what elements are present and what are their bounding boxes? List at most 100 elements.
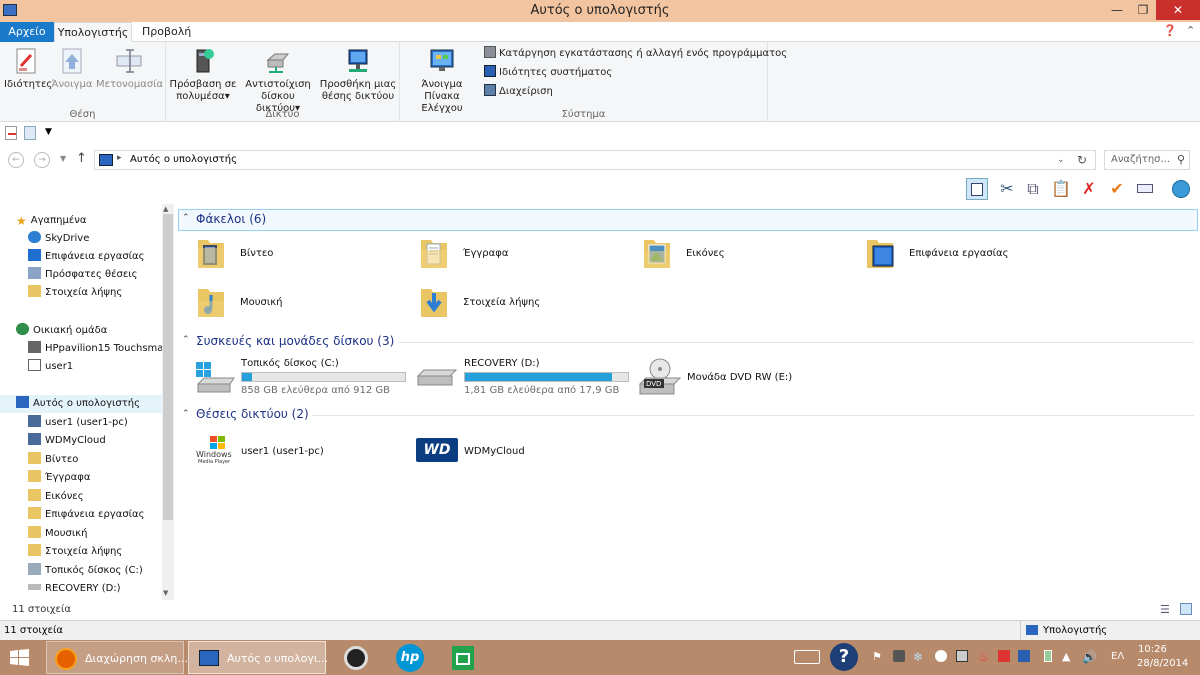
volume-icon[interactable]: 🔊	[1082, 650, 1097, 664]
scroll-down-icon[interactable]: ▼	[163, 589, 168, 597]
taskbar-camera-app[interactable]	[340, 641, 372, 674]
nav-desktop[interactable]: Επιφάνεια εργασίας	[28, 248, 145, 266]
ribbon-collapse-icon[interactable]: ⌃	[1186, 24, 1195, 37]
address-bar[interactable]: ▸ Αυτός ο υπολογιστής ⌄ ↻	[94, 150, 1096, 170]
globe-icon[interactable]	[1170, 178, 1192, 200]
device-icon[interactable]	[893, 650, 905, 662]
folder-downloads[interactable]: Στοιχεία λήψης	[419, 285, 619, 325]
nav-documents[interactable]: Έγγραφα	[28, 469, 90, 487]
network-user1pc[interactable]: Windows Media Player user1 (user1-pc)	[196, 434, 396, 474]
map-drive-button[interactable]: Αντιστοίχιση δίσκου δικτύου▾	[238, 46, 318, 115]
forward-icon[interactable]: →	[34, 152, 50, 168]
help-icon[interactable]: ❓	[1163, 24, 1177, 37]
drive-c[interactable]: Τοπικός δίσκος (C:) 858 GB ελεύθερα από …	[194, 356, 410, 400]
drive-d[interactable]: RECOVERY (D:) 1,81 GB ελεύθερα από 17,9 …	[416, 356, 632, 400]
up-icon[interactable]: ↑	[76, 151, 87, 166]
nav-local-disk[interactable]: Τοπικός δίσκος (C:)	[28, 562, 143, 580]
network-wdmycloud[interactable]: WD WDMyCloud	[416, 434, 616, 474]
rename-button[interactable]: Μετονομασία	[96, 46, 163, 91]
flame-icon[interactable]: ♨	[978, 650, 990, 664]
large-icons-view-icon[interactable]	[1180, 603, 1192, 615]
add-network-location-button[interactable]: Προσθήκη μιας θέσης δικτύου	[318, 46, 398, 103]
new-folder-icon[interactable]	[24, 126, 36, 140]
taskbar-firefox[interactable]: Διαχώρηση σκλη...	[46, 641, 188, 674]
taskbar-store[interactable]	[448, 641, 478, 674]
nav-skydrive[interactable]: SkyDrive	[28, 230, 89, 248]
address-dropdown-icon[interactable]: ⌄	[1057, 155, 1065, 165]
folders-group-header-bg[interactable]	[178, 209, 1198, 231]
tab-file[interactable]: Αρχείο	[0, 22, 54, 42]
minimize-button[interactable]: —	[1104, 0, 1130, 20]
settings-tray-icon[interactable]	[1018, 650, 1030, 662]
app-tray-icon[interactable]	[956, 650, 968, 662]
clock-time[interactable]: 10:26	[1138, 644, 1167, 655]
snowflake-icon[interactable]: ❄	[913, 650, 925, 664]
folder-pictures[interactable]: Εικόνες	[642, 236, 842, 276]
open-control-panel-button[interactable]: Άνοιγμα Πίνακα Ελέγχου	[404, 46, 480, 115]
collapse-chevron-icon[interactable]: ⌃	[182, 335, 190, 345]
rename-field-icon[interactable]	[1134, 178, 1156, 200]
properties-button[interactable]: Ιδιότητες	[4, 46, 52, 91]
security-icon[interactable]	[998, 650, 1010, 662]
maximize-button[interactable]: ❐	[1130, 0, 1156, 20]
nav-hp-device[interactable]: HPpavilion15 Touchsmar	[28, 340, 168, 358]
flag-icon[interactable]: ⚑	[872, 650, 884, 663]
folder-desktop[interactable]: Επιφάνεια εργασίας	[865, 236, 1085, 276]
collapse-chevron-icon[interactable]: ⌃	[182, 213, 190, 223]
taskbar-explorer[interactable]: Αυτός ο υπολογι...	[188, 641, 328, 674]
collapse-chevron-icon[interactable]: ⌃	[182, 409, 190, 419]
nav-this-pc[interactable]: Αυτός ο υπολογιστής	[0, 395, 162, 413]
clock-date[interactable]: 28/8/2014	[1137, 658, 1188, 669]
nav-desktop2[interactable]: Επιφάνεια εργασίας	[28, 506, 145, 524]
nav-videos[interactable]: Βίντεο	[28, 451, 78, 469]
group-header-drives[interactable]: Συσκευές και μονάδες δίσκου (3)	[196, 332, 394, 350]
taskbar-hp[interactable]: hp	[392, 641, 428, 674]
refresh-icon[interactable]: ↻	[1077, 153, 1087, 167]
group-header-folders[interactable]: Φάκελοι (6)	[196, 210, 266, 228]
preview-pane-icon[interactable]	[966, 178, 988, 200]
language-indicator[interactable]: ΕΛ	[1111, 651, 1124, 662]
customize-toolbar-icon[interactable]: ▼	[45, 127, 52, 137]
paste-icon[interactable]: 📋	[1050, 178, 1072, 200]
folder-videos[interactable]: Βίντεο	[196, 236, 396, 276]
panda-icon[interactable]	[935, 650, 947, 662]
nav-pictures[interactable]: Εικόνες	[28, 488, 84, 506]
start-button[interactable]	[0, 641, 44, 674]
copy-icon[interactable]: ⧉	[1022, 178, 1044, 200]
media-access-button[interactable]: Πρόσβαση σε πολυμέσα▾	[168, 46, 238, 103]
folder-documents[interactable]: Έγγραφα	[419, 236, 619, 276]
details-view-icon[interactable]: ☰	[1160, 603, 1170, 616]
nav-user1pc[interactable]: user1 (user1-pc)	[28, 414, 128, 432]
wifi-icon[interactable]: ▲	[1062, 650, 1074, 663]
nav-scrollbar-thumb[interactable]	[163, 214, 173, 520]
cut-icon[interactable]: ✂	[996, 178, 1018, 200]
tab-view[interactable]: Προβολή	[134, 22, 199, 42]
properties-icon[interactable]	[5, 126, 17, 140]
drive-e[interactable]: DVD Μονάδα DVD RW (E:)	[638, 356, 838, 400]
battery-icon[interactable]	[1044, 650, 1052, 662]
group-header-network[interactable]: Θέσεις δικτύου (2)	[196, 405, 309, 423]
manage-button[interactable]: Διαχείριση	[484, 84, 553, 100]
open-button[interactable]: Άνοιγμα	[50, 46, 94, 91]
folder-music[interactable]: Μουσική	[196, 285, 396, 325]
uninstall-program-button[interactable]: Κατάργηση εγκατάστασης ή αλλαγή ενός προ…	[484, 46, 787, 62]
rename-check-icon[interactable]: ✔	[1106, 178, 1128, 200]
nav-downloads[interactable]: Στοιχεία λήψης	[28, 284, 122, 302]
nav-homegroup[interactable]: Οικιακή ομάδα	[16, 322, 107, 340]
back-icon[interactable]: ←	[8, 152, 24, 168]
tab-computer[interactable]: Υπολογιστής	[54, 22, 132, 42]
delete-icon[interactable]: ✗	[1078, 178, 1100, 200]
nav-wdmycloud[interactable]: WDMyCloud	[28, 432, 106, 450]
nav-user1[interactable]: user1	[28, 358, 73, 376]
nav-music[interactable]: Μουσική	[28, 525, 88, 543]
keyboard-icon[interactable]	[794, 650, 820, 664]
scroll-up-icon[interactable]: ▲	[163, 205, 168, 213]
breadcrumb-this-pc[interactable]: Αυτός ο υπολογιστής	[130, 154, 237, 165]
recent-locations-icon[interactable]: ▼	[60, 154, 66, 163]
nav-recent[interactable]: Πρόσφατες θέσεις	[28, 266, 138, 284]
nav-recovery[interactable]: RECOVERY (D:)	[28, 580, 121, 598]
system-properties-button[interactable]: Ιδιότητες συστήματος	[484, 65, 612, 81]
close-button[interactable]: ✕	[1156, 0, 1200, 20]
search-input[interactable]: Αναζήτησ... ⚲	[1104, 150, 1190, 170]
help-icon[interactable]: ?	[830, 643, 858, 671]
